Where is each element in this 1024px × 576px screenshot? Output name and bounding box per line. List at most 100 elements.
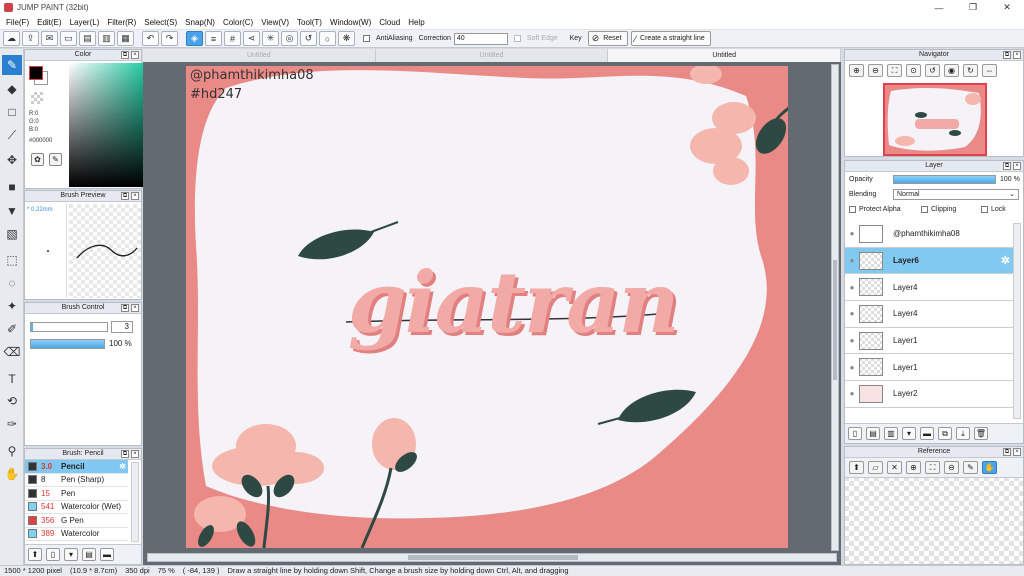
select-eraser-icon[interactable]: ⌫: [2, 342, 22, 362]
move-tool-icon[interactable]: ✥: [2, 150, 22, 170]
brush-size-slider[interactable]: [30, 322, 108, 332]
menu-select[interactable]: Select(S): [140, 18, 181, 27]
redo-icon[interactable]: ↷: [161, 31, 178, 46]
minimize-button[interactable]: —: [922, 0, 956, 15]
correction-input[interactable]: 40: [453, 32, 508, 45]
menu-color[interactable]: Color(C): [219, 18, 257, 27]
visibility-icon[interactable]: ●: [845, 229, 859, 238]
undock-icon[interactable]: ⧉: [1003, 51, 1011, 59]
layer-item[interactable]: ● Layer2: [845, 381, 1013, 408]
visibility-icon[interactable]: ●: [845, 309, 859, 318]
panel-close-icon[interactable]: ×: [131, 192, 139, 200]
brush-opacity-slider[interactable]: [30, 339, 105, 349]
reference-open-icon[interactable]: ▱: [868, 461, 883, 474]
brush-menu-icon[interactable]: ▾: [64, 548, 78, 561]
visibility-icon[interactable]: ●: [845, 336, 859, 345]
eraser-tool-icon[interactable]: ◆: [2, 79, 22, 99]
scroll-thumb[interactable]: [833, 260, 837, 380]
brush-tool-icon[interactable]: ✎: [2, 55, 22, 75]
delete-layer-icon[interactable]: 🗑: [974, 427, 988, 440]
reference-close-icon[interactable]: ✕: [887, 461, 902, 474]
menu-help[interactable]: Help: [404, 18, 428, 27]
artwork-canvas[interactable]: @phamthikimha08 #hd247 giatran: [186, 66, 788, 548]
bucket-tool-icon[interactable]: ▼: [2, 201, 22, 221]
document-tab[interactable]: Untitled: [143, 49, 376, 62]
close-button[interactable]: ✕: [990, 0, 1024, 15]
save-icon[interactable]: ▦: [117, 31, 134, 46]
visibility-icon[interactable]: ●: [845, 363, 859, 372]
protect-alpha-checkbox[interactable]: [849, 206, 856, 213]
menu-snap[interactable]: Snap(N): [181, 18, 219, 27]
create-straight-line-button[interactable]: ∕ Create a straight line: [630, 31, 711, 46]
ruler-radial-icon[interactable]: ✳: [262, 31, 279, 46]
menu-tool[interactable]: Tool(T): [293, 18, 326, 27]
saturation-value-picker[interactable]: [69, 63, 147, 187]
ruler-straight-icon[interactable]: ◈: [186, 31, 203, 46]
layer-item[interactable]: ● Layer1: [845, 354, 1013, 382]
ruler-symmetry-icon[interactable]: ❋: [338, 31, 355, 46]
reference-eyedropper-icon[interactable]: ✎: [963, 461, 978, 474]
undock-icon[interactable]: ⧉: [121, 450, 129, 458]
fill-shape-tool-icon[interactable]: ■: [2, 177, 22, 197]
eyedropper-small-icon[interactable]: ✎: [49, 153, 62, 166]
reference-fit-icon[interactable]: ⛶: [925, 461, 940, 474]
zoom-in-icon[interactable]: ⊕: [849, 64, 864, 77]
layer-item[interactable]: ● @phamthikimha08: [845, 221, 1013, 248]
reference-upload-icon[interactable]: ⬆: [849, 461, 864, 474]
menu-file[interactable]: File(F): [2, 18, 33, 27]
cloud-icon[interactable]: ☁: [3, 31, 20, 46]
rotate-left-icon[interactable]: ↺: [925, 64, 940, 77]
text-tool-icon[interactable]: T: [2, 369, 22, 389]
soft-edge-checkbox[interactable]: [513, 35, 521, 42]
new-layer-icon[interactable]: ▯: [848, 427, 862, 440]
undock-icon[interactable]: ⧉: [1003, 162, 1011, 170]
panel-close-icon[interactable]: ×: [1013, 162, 1021, 170]
panel-close-icon[interactable]: ×: [131, 51, 139, 59]
brush-item-pencil[interactable]: 3.0 Pencil ✲: [25, 460, 128, 474]
layer-blending-select[interactable]: Normal ⌄: [893, 189, 1019, 200]
layer-opacity-slider[interactable]: [893, 175, 996, 184]
brush-item-g-pen[interactable]: 356 G Pen: [25, 514, 128, 528]
reference-canvas[interactable]: [845, 478, 1023, 564]
rotate-right-icon[interactable]: ↻: [963, 64, 978, 77]
ruler-curve-icon[interactable]: ↺: [300, 31, 317, 46]
undock-icon[interactable]: ⧉: [1003, 448, 1011, 456]
rotate-reset-icon[interactable]: ◉: [944, 64, 959, 77]
canvas-vertical-scrollbar[interactable]: [831, 64, 839, 551]
layer-item[interactable]: ● Layer4: [845, 274, 1013, 302]
brush-item-watercolor[interactable]: 389 Watercolor: [25, 528, 128, 541]
visibility-icon[interactable]: ●: [845, 283, 859, 292]
panel-close-icon[interactable]: ×: [131, 450, 139, 458]
flip-icon[interactable]: ⇔: [982, 64, 997, 77]
brush-settings-icon[interactable]: ⬆: [28, 548, 42, 561]
layer-list-scrollbar[interactable]: [1013, 223, 1021, 419]
undock-icon[interactable]: ⧉: [121, 51, 129, 59]
select-rect-icon[interactable]: ⬚: [2, 250, 22, 270]
document-tab-active[interactable]: Untitled: [608, 49, 842, 62]
scroll-thumb[interactable]: [408, 555, 578, 560]
brush-size-input[interactable]: 3: [111, 321, 133, 333]
ruler-parallel-icon[interactable]: ≡: [205, 31, 222, 46]
open-file-icon[interactable]: ▥: [98, 31, 115, 46]
layer-item-selected[interactable]: ● Layer6 ✲: [845, 247, 1013, 275]
layer-item[interactable]: ● Layer4: [845, 301, 1013, 328]
magic-wand-icon[interactable]: ✦: [2, 296, 22, 316]
duplicate-layer-icon[interactable]: ⧉: [938, 427, 952, 440]
brush-item-pen-sharp[interactable]: 8 Pen (Sharp): [25, 474, 128, 487]
line-tool-icon[interactable]: ⟋: [2, 125, 22, 145]
zoom-actual-icon[interactable]: ⊙: [906, 64, 921, 77]
new-raster-layer-icon[interactable]: ▤: [866, 427, 880, 440]
merge-layer-icon[interactable]: ⤓: [956, 427, 970, 440]
layer-item[interactable]: ● Layer1: [845, 328, 1013, 355]
menu-window[interactable]: Window(W): [326, 18, 375, 27]
rectangle-tool-icon[interactable]: □: [2, 102, 22, 122]
brush-list-scrollbar[interactable]: [131, 462, 139, 542]
reference-zoom-in-icon[interactable]: ⊕: [906, 461, 921, 474]
finger-tool-icon[interactable]: ✑: [2, 414, 22, 434]
menu-view[interactable]: View(V): [257, 18, 293, 27]
panel-close-icon[interactable]: ×: [1013, 51, 1021, 59]
menu-layer[interactable]: Layer(L): [66, 18, 104, 27]
undock-icon[interactable]: ⧉: [121, 304, 129, 312]
visibility-icon[interactable]: ●: [845, 256, 859, 265]
brush-item-watercolor-wet[interactable]: 541 Watercolor (Wet): [25, 501, 128, 514]
